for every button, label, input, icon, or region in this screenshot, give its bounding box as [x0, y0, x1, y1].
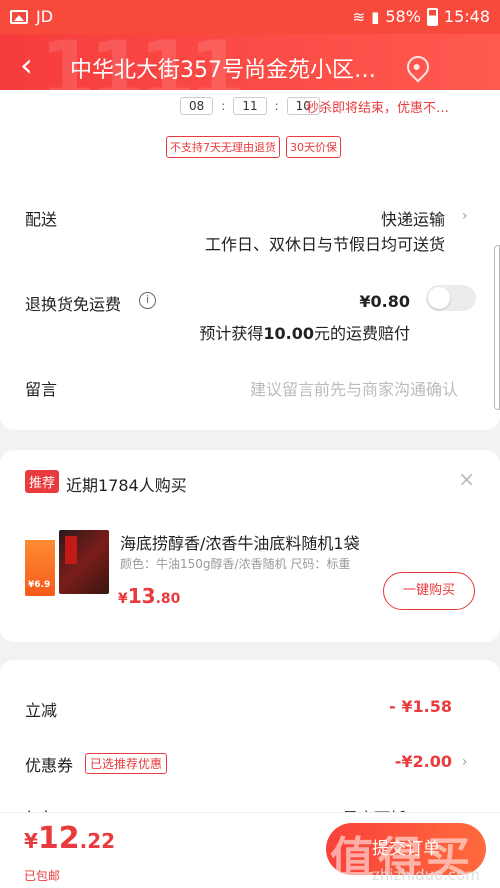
wifi-icon: ≋ — [352, 7, 366, 26]
delivery-label: 配送 — [25, 210, 58, 229]
product-spec: 颜色：牛油150g醇香/浓香随机 尺码：标重 — [120, 557, 351, 571]
return-shipping-toggle[interactable] — [426, 285, 476, 311]
location-pin-icon[interactable] — [402, 51, 434, 83]
return-compensation: 预计获得10.00元的运费赔付 — [199, 324, 410, 343]
side-scroll-handle[interactable] — [494, 245, 500, 410]
info-icon[interactable]: i — [139, 292, 156, 309]
clock: 15:48 — [443, 7, 490, 26]
coupon-badge: 已选推荐优惠 — [85, 753, 168, 774]
battery-icon — [426, 7, 438, 26]
gallery-icon — [10, 9, 28, 24]
discount-label: 立减 — [25, 701, 58, 720]
return-shipping-price: ¥0.80 — [359, 292, 410, 311]
app-name: JD — [36, 7, 54, 26]
chevron-right-icon[interactable]: › — [462, 754, 468, 770]
back-icon[interactable]: ‹ — [20, 48, 56, 84]
battery-percent: 58% — [385, 7, 421, 26]
message-input[interactable]: 建议留言前先与商家沟通确认 — [250, 376, 458, 400]
message-label: 留言 — [25, 380, 58, 399]
product-image-price: ¥6.9 — [28, 580, 51, 590]
product-name[interactable]: 海底捞醇香/浓香牛油底料随机1袋 — [120, 530, 360, 554]
status-bar: JD ≋ ▮ 58% 15:48 — [0, 0, 500, 34]
free-shipping-label: 已包邮 — [24, 869, 61, 883]
recommend-badge: 推荐 — [25, 470, 60, 493]
delivery-method[interactable]: 快递运输 — [381, 206, 445, 230]
service-tag: 30天价保 — [286, 136, 341, 158]
coupon-value[interactable]: -¥2.00 — [395, 752, 452, 771]
delivery-address[interactable]: 中华北大街357号尚金苑小区… — [70, 52, 400, 84]
watermark-url: zhizhiduo.com — [372, 866, 480, 884]
signal-icon: ▮ — [371, 7, 380, 26]
flash-sale-timer: 08 : 11 : 10 — [180, 97, 320, 115]
return-shipping-label: 退换货免运费 — [25, 295, 122, 314]
chevron-right-icon[interactable]: › — [462, 208, 468, 224]
service-tags: 不支持7天无理由退货 30天价保 — [166, 136, 341, 158]
discount-value: - ¥1.58 — [389, 697, 452, 716]
flash-sale-text: 秒杀即将结束，优惠不… — [306, 101, 450, 116]
recommendation-card: 推荐 近期1784人购买 × ¥6.9 海底捞醇香/浓香牛油底料随机1袋 颜色：… — [0, 450, 500, 642]
order-options-card: 08 : 11 : 10 秒杀即将结束，优惠不… 不支持7天无理由退货 30天价… — [0, 90, 500, 430]
one-click-buy-button[interactable]: 一键购买 — [383, 572, 475, 610]
service-tag: 不支持7天无理由退货 — [166, 136, 280, 158]
product-image[interactable]: ¥6.9 — [25, 526, 109, 596]
product-price: ¥13.80 — [118, 584, 181, 608]
total-price: ¥12.22 — [24, 821, 116, 856]
timer-hours: 08 — [180, 97, 214, 115]
coupon-label: 优惠券 — [25, 756, 74, 775]
recommend-text: 近期1784人购买 — [66, 476, 187, 495]
close-icon[interactable]: × — [458, 467, 475, 491]
timer-minutes: 11 — [233, 97, 267, 115]
delivery-note: 工作日、双休日与节假日均可送货 — [204, 235, 445, 254]
